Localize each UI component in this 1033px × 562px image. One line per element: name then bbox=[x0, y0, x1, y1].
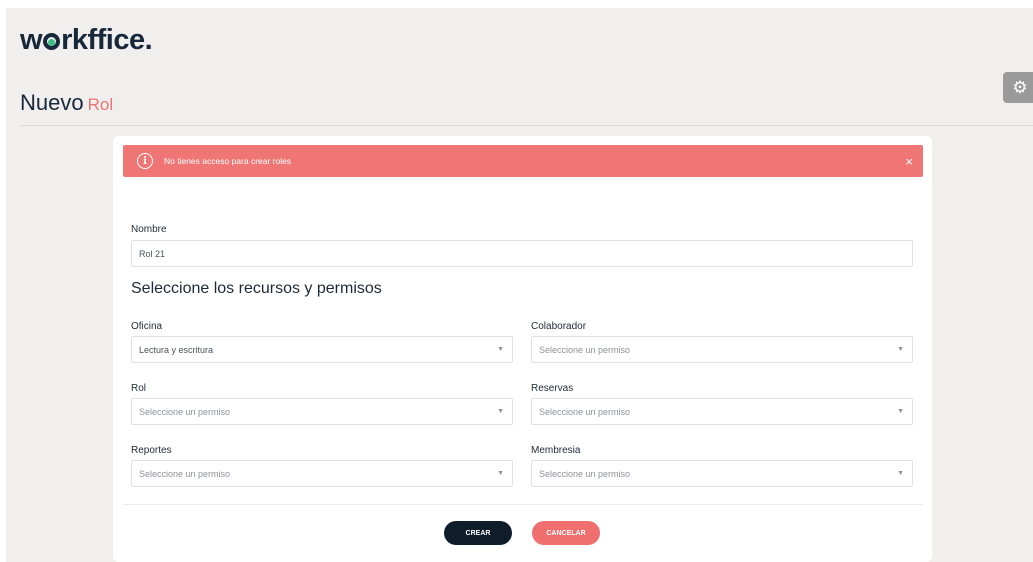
name-label: Nombre bbox=[131, 224, 167, 235]
membresia-select-placeholder: Seleccione un permiso bbox=[539, 468, 631, 479]
logo-o-mark bbox=[43, 33, 61, 50]
logo-text-left: w bbox=[20, 24, 43, 56]
reportes-select-placeholder: Seleccione un permiso bbox=[139, 468, 231, 479]
page-title-accent: Rol bbox=[87, 95, 114, 114]
info-icon: i bbox=[137, 153, 153, 169]
alert-close-icon[interactable]: × bbox=[905, 154, 913, 169]
membresia-label: Membresia bbox=[531, 445, 581, 456]
chevron-down-icon: ▼ bbox=[897, 408, 904, 415]
colaborador-label: Colaborador bbox=[531, 321, 587, 332]
reservas-label: Reservas bbox=[531, 383, 574, 394]
rol-select-placeholder: Seleccione un permiso bbox=[139, 406, 231, 417]
chevron-down-icon: ▼ bbox=[497, 346, 504, 353]
error-alert: i No tienes acceso para crear roles × bbox=[123, 145, 923, 177]
cancel-button[interactable]: CANCELAR bbox=[532, 521, 600, 545]
create-button[interactable]: CREAR bbox=[444, 521, 512, 545]
name-input-value: Rol 21 bbox=[139, 248, 166, 259]
chevron-down-icon: ▼ bbox=[497, 470, 504, 477]
oficina-label: Oficina bbox=[131, 321, 163, 332]
workffice-logo: w rkffice. bbox=[20, 24, 153, 57]
settings-button[interactable]: ⚙ bbox=[1003, 72, 1033, 103]
chevron-down-icon: ▼ bbox=[897, 470, 904, 477]
logo-text-right: rkffice. bbox=[61, 24, 153, 56]
permissions-section-title: Seleccione los recursos y permisos bbox=[131, 280, 382, 297]
chevron-down-icon: ▼ bbox=[497, 408, 504, 415]
colaborador-select-placeholder: Seleccione un permiso bbox=[539, 344, 631, 355]
gear-icon: ⚙ bbox=[1012, 77, 1028, 97]
oficina-select[interactable]: Lectura y escritura ▼ bbox=[131, 336, 513, 363]
reservas-select-placeholder: Seleccione un permiso bbox=[539, 406, 631, 417]
reportes-label: Reportes bbox=[131, 445, 172, 456]
oficina-select-value: Lectura y escritura bbox=[139, 344, 214, 355]
reservas-select[interactable]: Seleccione un permiso ▼ bbox=[531, 398, 913, 425]
page-title: Nuevo Rol bbox=[20, 90, 113, 116]
header-divider bbox=[20, 125, 1033, 126]
chevron-down-icon: ▼ bbox=[897, 346, 904, 353]
role-form-card: i No tienes acceso para crear roles × No… bbox=[113, 136, 932, 562]
rol-label: Rol bbox=[131, 383, 147, 394]
page-title-main: Nuevo bbox=[20, 90, 84, 115]
name-input[interactable]: Rol 21 bbox=[131, 240, 913, 267]
app-frame: w rkffice. Nuevo Rol ⚙ i No tienes acceso … bbox=[6, 8, 1033, 562]
membresia-select[interactable]: Seleccione un permiso ▼ bbox=[531, 460, 913, 487]
rol-select[interactable]: Seleccione un permiso ▼ bbox=[131, 398, 513, 425]
alert-message: No tienes acceso para crear roles bbox=[164, 156, 292, 166]
form-footer-divider bbox=[123, 504, 923, 505]
colaborador-select[interactable]: Seleccione un permiso ▼ bbox=[531, 336, 913, 363]
reportes-select[interactable]: Seleccione un permiso ▼ bbox=[131, 460, 513, 487]
